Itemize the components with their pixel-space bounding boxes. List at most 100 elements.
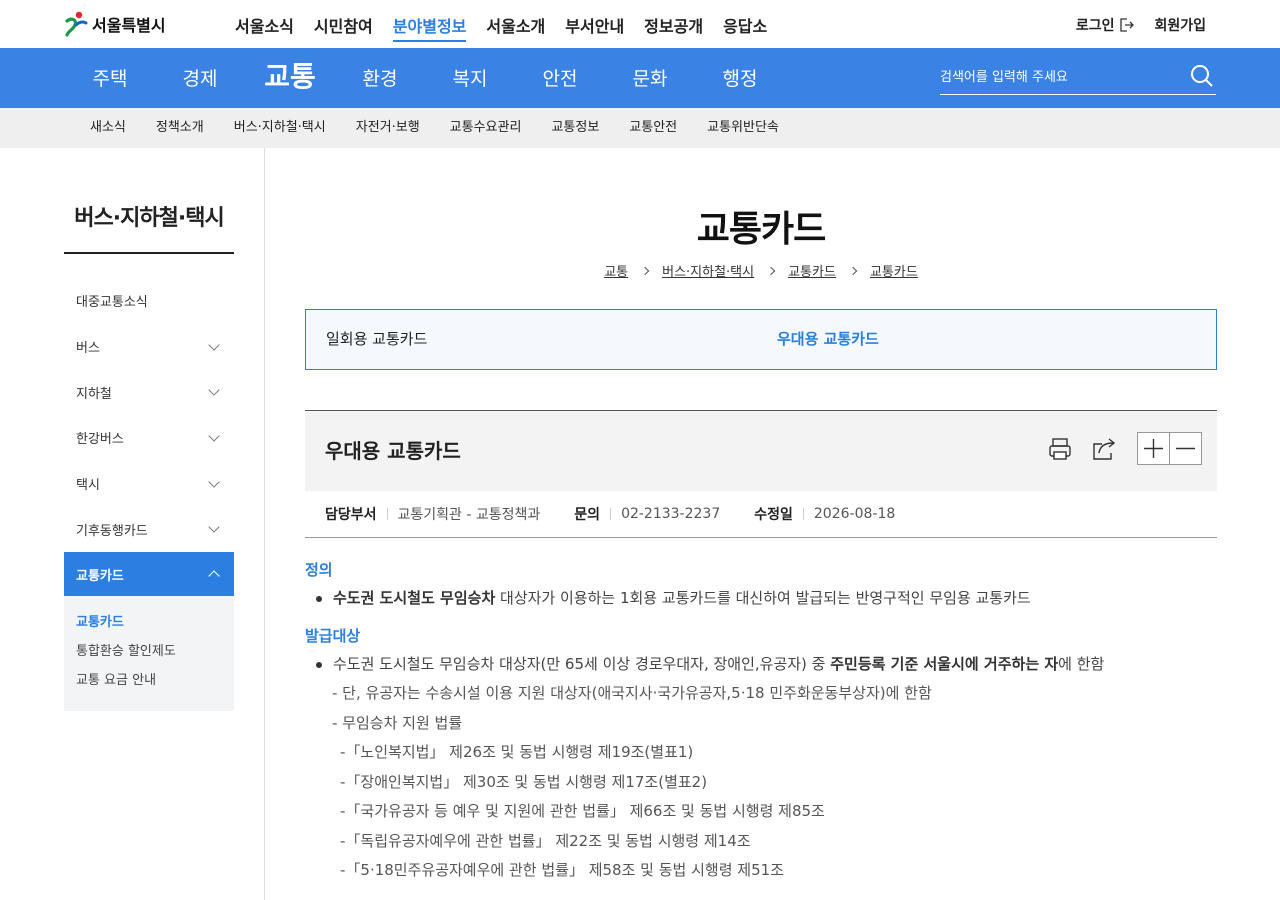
share-button[interactable] bbox=[1091, 436, 1117, 462]
font-increase-button[interactable] bbox=[1137, 432, 1170, 465]
chevron-down-icon bbox=[208, 475, 220, 488]
sidebar-item-hangang-bus[interactable]: 한강버스 bbox=[64, 415, 234, 461]
definition-heading: 정의 bbox=[305, 561, 333, 579]
breadcrumb: 교통 버스·지하철·택시 교통카드 교통카드 bbox=[305, 261, 1217, 280]
target-bold: 주민등록 기준 서울시에 거주하는 자 bbox=[830, 654, 1059, 673]
sub-nav-list: 새소식 정책소개 버스·지하철·택시 자전거·보행 교통수요관리 교통정보 교통… bbox=[75, 108, 794, 148]
category-environment[interactable]: 환경 bbox=[335, 48, 425, 108]
gnb-item-participation[interactable]: 시민참여 bbox=[314, 13, 373, 42]
subnav-item-traffic-safety[interactable]: 교통안전 bbox=[614, 108, 692, 148]
print-button[interactable] bbox=[1047, 436, 1073, 462]
gnb-item-about-seoul[interactable]: 서울소개 bbox=[486, 13, 545, 42]
minus-icon bbox=[1176, 447, 1195, 450]
chevron-down-icon bbox=[208, 430, 220, 442]
card-type-tabs: 일회용 교통카드 우대용 교통카드 bbox=[305, 309, 1217, 370]
sidebar-submenu: 교통카드 통합환승 할인제도 교통 요금 안내 bbox=[64, 596, 234, 712]
subnav-item-demand-mgmt[interactable]: 교통수요관리 bbox=[435, 108, 537, 148]
sidebar-subitem-transfer-discount[interactable]: 통합환승 할인제도 bbox=[76, 637, 222, 666]
sidebar-item-taxi[interactable]: 택시 bbox=[64, 461, 234, 507]
breadcrumb-item[interactable]: 교통 bbox=[604, 261, 628, 280]
modified-label: 수정일 bbox=[754, 507, 793, 523]
sidebar-item-label: 교통카드 bbox=[76, 568, 124, 584]
sidebar-item-climate-card[interactable]: 기후동행카드 bbox=[64, 506, 234, 552]
top-bar: 서울특별시 서울소식 시민참여 분야별정보 서울소개 부서안내 정보공개 응답소… bbox=[0, 0, 1280, 48]
dept-label: 담당부서 bbox=[325, 507, 377, 523]
sidebar-item-label: 버스 bbox=[76, 341, 100, 357]
chevron-down-icon bbox=[208, 384, 220, 396]
login-icon bbox=[1120, 18, 1135, 32]
chevron-down-icon bbox=[208, 521, 220, 533]
contact-label: 문의 bbox=[574, 507, 601, 523]
sidebar-subitem-transport-card[interactable]: 교통카드 bbox=[76, 608, 222, 637]
target-post: 에 한함 bbox=[1058, 654, 1105, 673]
breadcrumb-item[interactable]: 버스·지하철·택시 bbox=[662, 261, 754, 280]
meta-divider bbox=[610, 508, 612, 520]
category-list: 주택 경제 교통 환경 복지 안전 문화 행정 bbox=[65, 48, 785, 108]
meta-divider bbox=[386, 508, 388, 520]
subnav-item-policy[interactable]: 정책소개 bbox=[141, 108, 219, 148]
breadcrumb-item[interactable]: 교통카드 bbox=[788, 261, 836, 280]
sidebar-item-label: 한강버스 bbox=[76, 432, 124, 448]
sidebar-menu: 대중교통소식 버스 지하철 한강버스 택시 기후동행카드 교통카드 교통카드 통… bbox=[64, 278, 234, 712]
tab-preferential-card[interactable]: 우대용 교통카드 bbox=[761, 310, 1216, 369]
sidebar-item-bus[interactable]: 버스 bbox=[64, 324, 234, 370]
chevron-right-icon bbox=[848, 266, 858, 275]
global-nav: 서울소식 시민참여 분야별정보 서울소개 부서안내 정보공개 응답소 bbox=[235, 13, 767, 42]
share-icon bbox=[1093, 438, 1116, 460]
target-heading: 발급대상 bbox=[305, 626, 361, 645]
article-meta: 담당부서 교통기획관 - 교통정책과 문의 02-2133-2237 수정일 2… bbox=[305, 491, 1217, 538]
definition-item: 수도권 도시철도 무임승차 대상자가 이용하는 1회용 교통카드를 대신하여 발… bbox=[305, 584, 1217, 614]
subnav-item-traffic-info[interactable]: 교통정보 bbox=[536, 108, 614, 148]
subnav-item-news[interactable]: 새소식 bbox=[75, 108, 141, 148]
dept-value: 교통기획관 - 교통정책과 bbox=[397, 507, 541, 523]
subnav-item-violation[interactable]: 교통위반단속 bbox=[692, 108, 794, 148]
search-input[interactable] bbox=[940, 62, 1180, 92]
breadcrumb-item[interactable]: 교통카드 bbox=[870, 261, 918, 280]
article-body: 정의 수도권 도시철도 무임승차 대상자가 이용하는 1회용 교통카드를 대신하… bbox=[305, 556, 1217, 886]
gnb-item-seoul-news[interactable]: 서울소식 bbox=[235, 13, 294, 42]
category-economy[interactable]: 경제 bbox=[155, 48, 245, 108]
sidebar-item-label: 대중교통소식 bbox=[76, 295, 148, 311]
chevron-right-icon bbox=[766, 266, 776, 275]
gnb-item-departments[interactable]: 부서안내 bbox=[565, 13, 624, 42]
sidebar-item-subway[interactable]: 지하철 bbox=[64, 369, 234, 415]
gnb-item-field-info[interactable]: 분야별정보 bbox=[392, 13, 467, 42]
category-safety[interactable]: 안전 bbox=[515, 48, 605, 108]
law-item: -「5·18민주유공자예우에 관한 법률」 제58조 및 동법 시행령 제51조 bbox=[340, 861, 784, 879]
login-link[interactable]: 로그인 bbox=[1076, 15, 1135, 35]
contact-value: 02-2133-2237 bbox=[621, 506, 721, 522]
search-button[interactable] bbox=[1190, 64, 1214, 88]
subnav-item-bus-subway-taxi[interactable]: 버스·지하철·택시 bbox=[219, 108, 341, 148]
modified-value: 2026-08-18 bbox=[813, 506, 896, 522]
chevron-right-icon bbox=[640, 266, 650, 275]
category-housing[interactable]: 주택 bbox=[65, 48, 155, 108]
sidebar-title: 버스·지하철·택시 bbox=[64, 200, 234, 254]
sidebar-divider bbox=[264, 148, 265, 900]
category-welfare[interactable]: 복지 bbox=[425, 48, 515, 108]
target-subitem: - 단, 유공자는 수송시설 이용 지원 대상자(애국지사·국가유공자,5·18… bbox=[332, 684, 932, 702]
search-icon bbox=[1191, 65, 1213, 87]
signup-link[interactable]: 회원가입 bbox=[1154, 15, 1206, 35]
category-culture[interactable]: 문화 bbox=[605, 48, 695, 108]
article-header: 우대용 교통카드 bbox=[305, 410, 1217, 491]
sidebar-item-label: 지하철 bbox=[76, 386, 112, 402]
plus-icon bbox=[1144, 439, 1163, 458]
chevron-up-icon bbox=[208, 570, 220, 582]
target-subitem: - 무임승차 지원 법률 bbox=[332, 713, 463, 732]
font-decrease-button[interactable] bbox=[1169, 432, 1202, 465]
category-transport[interactable]: 교통 bbox=[245, 48, 335, 108]
seoul-logo-icon bbox=[64, 11, 88, 37]
definition-bold: 수도권 도시철도 무임승차 bbox=[333, 589, 496, 607]
sidebar-item-label: 택시 bbox=[76, 478, 100, 494]
sidebar-subitem-fare-info[interactable]: 교통 요금 안내 bbox=[76, 666, 222, 695]
seoul-logo[interactable]: 서울특별시 bbox=[64, 10, 166, 38]
gnb-item-response[interactable]: 응답소 bbox=[723, 13, 767, 42]
gnb-item-disclosure[interactable]: 정보공개 bbox=[644, 13, 703, 42]
page-title: 교통카드 bbox=[696, 209, 826, 250]
sidebar-item-transport-card[interactable]: 교통카드 bbox=[64, 552, 234, 597]
tab-disposable-card[interactable]: 일회용 교통카드 bbox=[306, 310, 761, 369]
article-title: 우대용 교통카드 bbox=[325, 439, 461, 463]
sidebar-item-transit-news[interactable]: 대중교통소식 bbox=[64, 278, 234, 324]
subnav-item-bike-walk[interactable]: 자전거·보행 bbox=[341, 108, 435, 148]
category-administration[interactable]: 행정 bbox=[695, 48, 785, 108]
